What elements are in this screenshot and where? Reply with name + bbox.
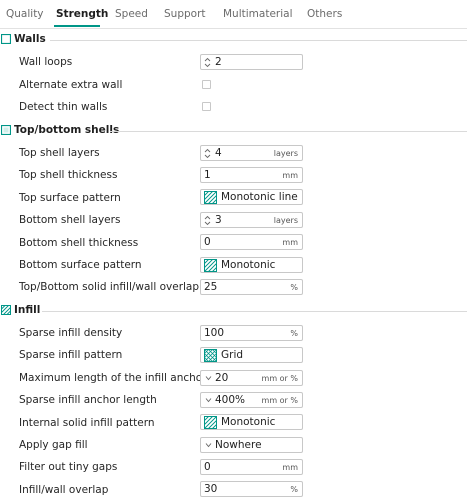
top-shell-thickness-value: 1 xyxy=(204,169,211,181)
wall-loops-spinbox[interactable]: 2 xyxy=(200,54,303,70)
top-surface-pattern-label: Top surface pattern xyxy=(19,192,121,204)
infill-icon xyxy=(1,305,11,315)
infill-wall-overlap-value: 30 xyxy=(204,483,218,495)
unit-label: layers xyxy=(273,216,298,225)
tab-quality[interactable]: Quality xyxy=(6,8,44,20)
tab-strength[interactable]: Strength xyxy=(56,8,108,20)
bottom-surface-pattern-value: Monotonic xyxy=(221,259,276,271)
bottom-surface-pattern-select[interactable]: Monotonic xyxy=(200,257,303,273)
top-surface-pattern-value: Monotonic line xyxy=(221,191,298,203)
apply-gap-fill-label: Apply gap fill xyxy=(19,439,88,451)
infill-wall-overlap-label: Infill/wall overlap xyxy=(19,484,109,496)
bottom-surface-pattern-label: Bottom surface pattern xyxy=(19,259,142,271)
sparse-infill-pattern-label: Sparse infill pattern xyxy=(19,349,123,361)
chevron-down-icon[interactable] xyxy=(205,375,212,381)
detect-thin-walls-checkbox[interactable] xyxy=(202,102,211,111)
bottom-shell-thickness-value: 0 xyxy=(204,236,211,248)
chevron-down-icon[interactable] xyxy=(205,397,212,403)
internal-solid-pattern-value: Monotonic xyxy=(221,416,276,428)
section-title: Infill xyxy=(14,304,41,316)
top-shell-layers-value: 4 xyxy=(215,147,222,159)
sparse-infill-density-value: 100 xyxy=(204,327,225,339)
spin-arrows-icon[interactable] xyxy=(204,215,211,226)
unit-label: mm or % xyxy=(261,396,298,405)
spin-arrows-icon[interactable] xyxy=(204,57,211,68)
bottom-shell-thickness-label: Bottom shell thickness xyxy=(19,237,139,249)
grid-pattern-icon xyxy=(204,349,217,362)
settings-tab-bar: Quality Strength Speed Support Multimate… xyxy=(0,0,467,29)
filter-tiny-gaps-input[interactable]: 0 mm xyxy=(200,459,303,475)
section-divider xyxy=(42,311,467,312)
section-title: Top/bottom shells xyxy=(14,124,120,136)
internal-solid-pattern-label: Internal solid infill pattern xyxy=(19,417,155,429)
tab-speed[interactable]: Speed xyxy=(115,8,148,20)
unit-label: % xyxy=(290,485,298,494)
solid-infill-overlap-label: Top/Bottom solid infill/wall overlap xyxy=(19,281,200,293)
top-shell-layers-label: Top shell layers xyxy=(19,147,100,159)
top-shell-thickness-label: Top shell thickness xyxy=(19,169,118,181)
infill-anchor-length-label: Sparse infill anchor length xyxy=(19,394,157,406)
max-infill-anchor-combo[interactable]: 20 mm or % xyxy=(200,370,303,386)
solid-infill-overlap-input[interactable]: 25 % xyxy=(200,279,303,295)
max-infill-anchor-value: 20 xyxy=(215,372,229,384)
sparse-infill-density-label: Sparse infill density xyxy=(19,327,123,339)
walls-icon xyxy=(1,34,11,44)
apply-gap-fill-combo[interactable]: Nowhere xyxy=(200,437,303,453)
sparse-infill-pattern-select[interactable]: Grid xyxy=(200,347,303,363)
max-infill-anchor-label: Maximum length of the infill anchor xyxy=(19,372,207,384)
bottom-shell-layers-value: 3 xyxy=(215,214,222,226)
monotonic-pattern-icon xyxy=(204,416,217,429)
section-top-bottom-shells: Top/bottom shells xyxy=(0,124,467,138)
sparse-infill-density-input[interactable]: 100 % xyxy=(200,325,303,341)
monotonic-pattern-icon xyxy=(204,191,217,204)
alternate-extra-wall-checkbox[interactable] xyxy=(202,80,211,89)
top-surface-pattern-select[interactable]: Monotonic line xyxy=(200,189,303,205)
unit-label: mm or % xyxy=(261,374,298,383)
sparse-infill-pattern-value: Grid xyxy=(221,349,244,361)
section-divider xyxy=(110,131,467,132)
chevron-down-icon[interactable] xyxy=(205,442,212,448)
tab-support[interactable]: Support xyxy=(164,8,206,20)
section-infill: Infill xyxy=(0,304,467,318)
infill-wall-overlap-input[interactable]: 30 % xyxy=(200,481,303,497)
active-tab-indicator xyxy=(54,25,100,27)
spin-arrows-icon[interactable] xyxy=(204,148,211,159)
detect-thin-walls-label: Detect thin walls xyxy=(19,101,108,113)
filter-tiny-gaps-label: Filter out tiny gaps xyxy=(19,461,118,473)
top-shell-layers-spinbox[interactable]: 4 layers xyxy=(200,145,303,161)
bottom-shell-layers-spinbox[interactable]: 3 layers xyxy=(200,212,303,228)
bottom-shell-layers-label: Bottom shell layers xyxy=(19,214,121,226)
tab-multimaterial[interactable]: Multimaterial xyxy=(223,8,293,20)
apply-gap-fill-value: Nowhere xyxy=(215,439,262,451)
unit-label: % xyxy=(290,329,298,338)
wall-loops-value: 2 xyxy=(215,56,222,68)
alternate-extra-wall-label: Alternate extra wall xyxy=(19,79,123,91)
shells-icon xyxy=(1,125,11,135)
top-shell-thickness-input[interactable]: 1 mm xyxy=(200,167,303,183)
section-divider xyxy=(50,40,467,41)
internal-solid-pattern-select[interactable]: Monotonic xyxy=(200,414,303,430)
unit-label: mm xyxy=(282,463,298,472)
infill-anchor-length-value: 400% xyxy=(215,394,246,406)
unit-label: layers xyxy=(273,149,298,158)
unit-label: mm xyxy=(282,238,298,247)
section-walls: Walls xyxy=(0,33,467,47)
section-title: Walls xyxy=(14,33,46,45)
bottom-shell-thickness-input[interactable]: 0 mm xyxy=(200,234,303,250)
solid-infill-overlap-value: 25 xyxy=(204,281,218,293)
infill-anchor-length-combo[interactable]: 400% mm or % xyxy=(200,392,303,408)
tab-others[interactable]: Others xyxy=(307,8,342,20)
wall-loops-label: Wall loops xyxy=(19,56,73,68)
unit-label: % xyxy=(290,283,298,292)
unit-label: mm xyxy=(282,171,298,180)
monotonic-pattern-icon xyxy=(204,259,217,272)
filter-tiny-gaps-value: 0 xyxy=(204,461,211,473)
